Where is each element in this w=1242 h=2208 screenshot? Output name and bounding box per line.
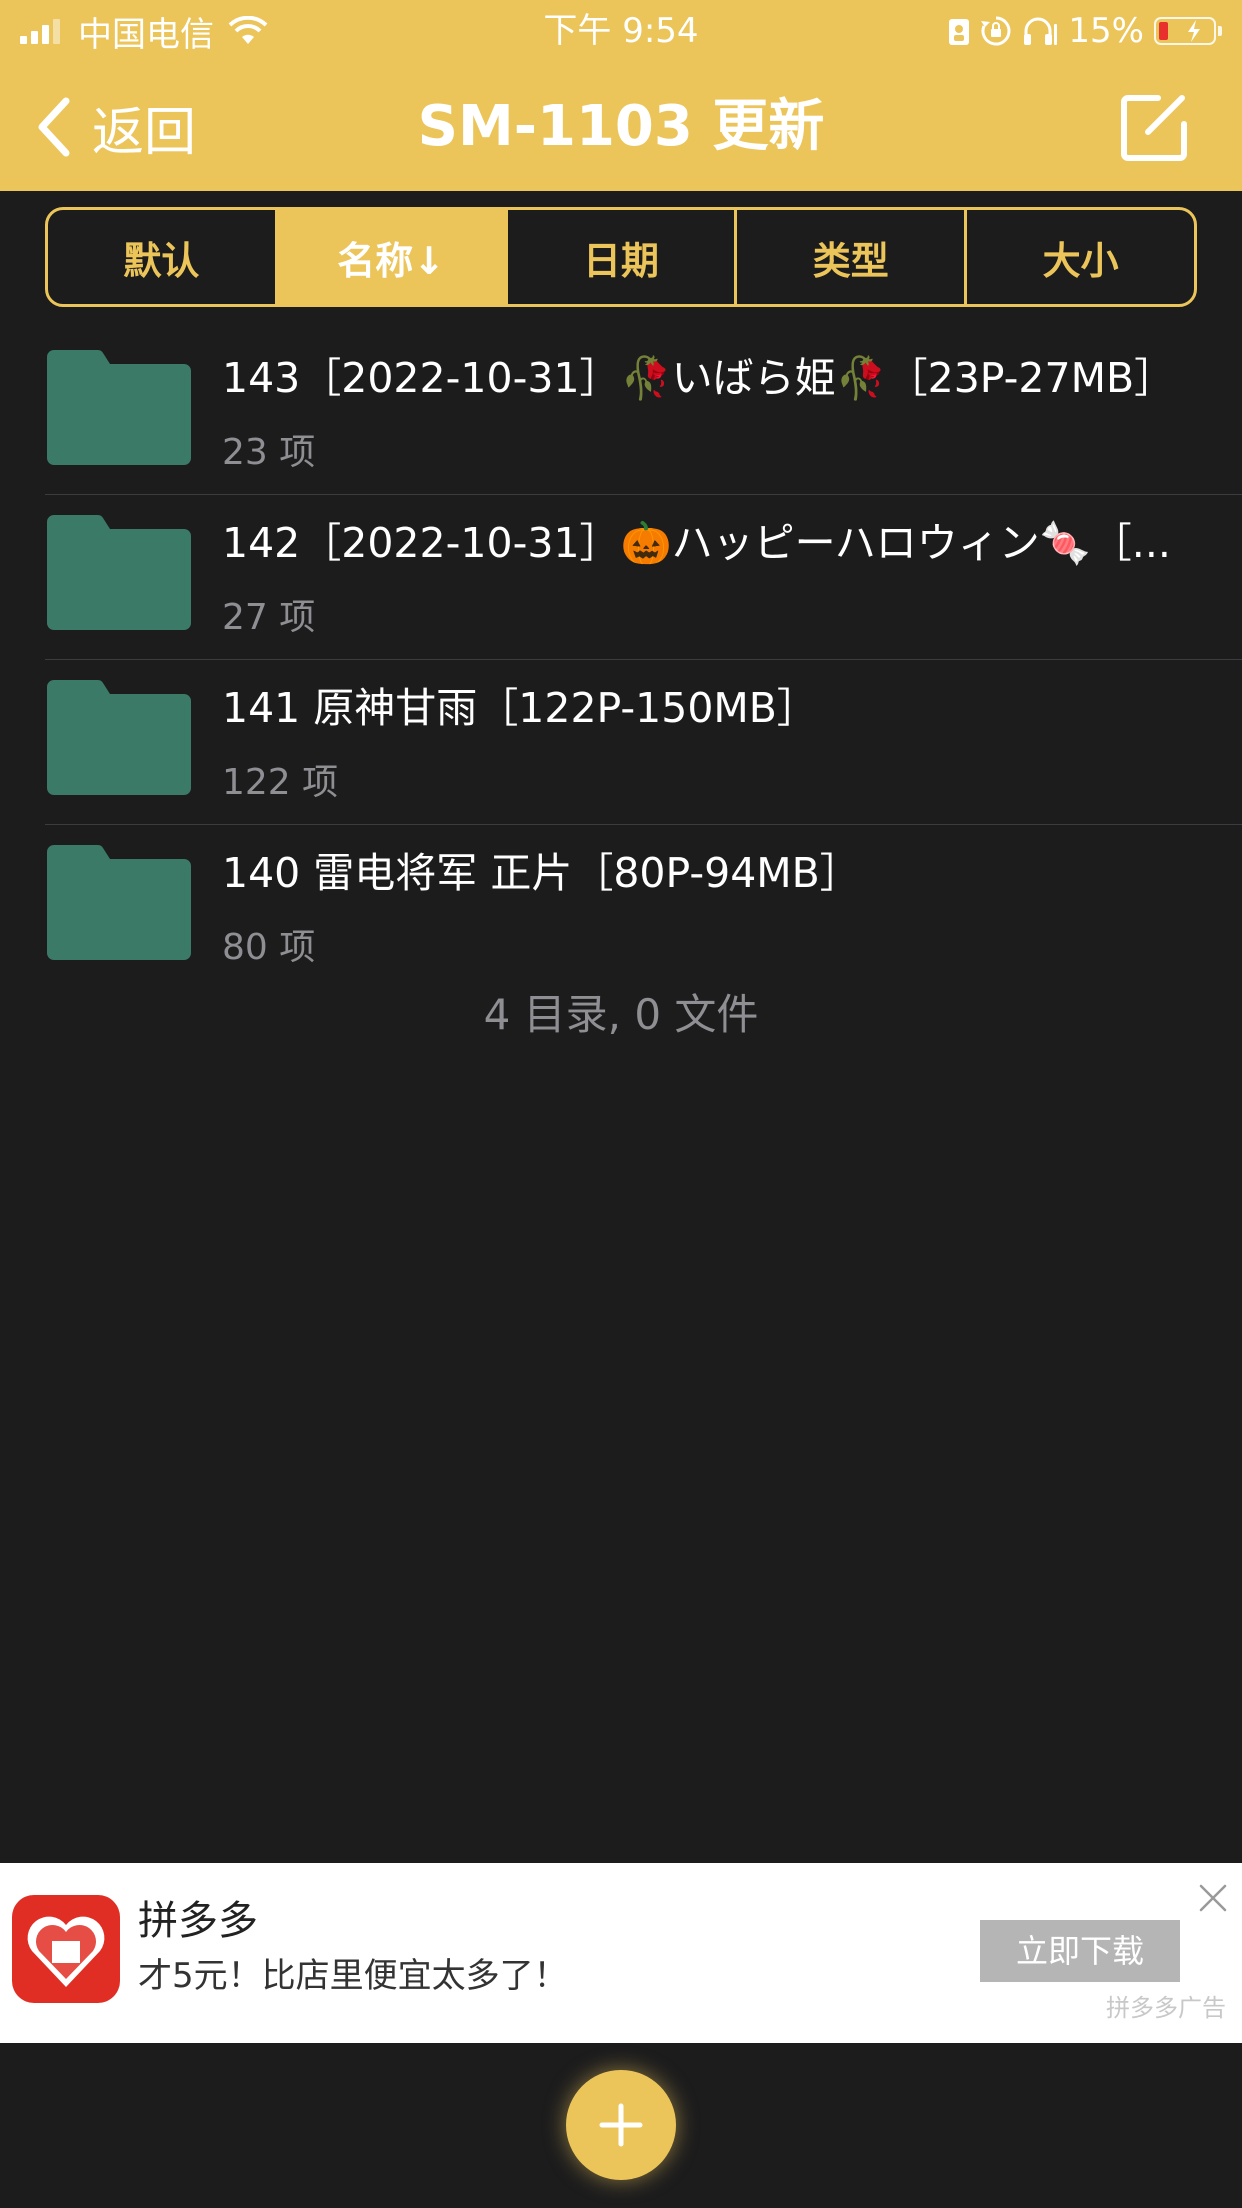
battery-icon bbox=[1154, 17, 1216, 45]
item-count: 27 项 bbox=[222, 597, 316, 638]
list-item[interactable]: 143［2022-10-31］🥀いばら姫🥀［23P-27MB］ 23 项 bbox=[0, 330, 1242, 495]
folder-icon bbox=[47, 845, 191, 960]
folder-icon bbox=[47, 350, 191, 465]
item-count: 80 项 bbox=[222, 927, 316, 968]
list-item[interactable]: 142［2022-10-31］🎃ハッピーハロウィン🍬［... 27 项 bbox=[0, 495, 1242, 660]
list-item[interactable]: 141 原神甘雨［122P-150MB］ 122 项 bbox=[0, 660, 1242, 825]
folder-name: 140 雷电将军 正片［80P-94MB］ bbox=[222, 849, 861, 897]
item-count: 23 项 bbox=[222, 432, 316, 473]
ad-description: 才5元！比店里便宜太多了！ bbox=[138, 1956, 568, 1996]
rotation-lock-icon bbox=[981, 16, 1011, 46]
item-count: 122 项 bbox=[222, 762, 339, 803]
sort-segmented-control: 默认 名称↓ 日期 类型 大小 bbox=[45, 207, 1197, 307]
folder-name: 143［2022-10-31］🥀いばら姫🥀［23P-27MB］ bbox=[222, 354, 1176, 402]
sort-tab-size[interactable]: 大小 bbox=[967, 210, 1194, 304]
ad-download-button[interactable]: 立即下载 bbox=[980, 1920, 1180, 1982]
edit-icon[interactable] bbox=[1118, 92, 1190, 164]
folder-name: 141 原神甘雨［122P-150MB］ bbox=[222, 684, 818, 732]
sort-tab-name[interactable]: 名称↓ bbox=[277, 210, 508, 304]
folder-list: 143［2022-10-31］🥀いばら姫🥀［23P-27MB］ 23 项 142… bbox=[0, 330, 1242, 990]
sort-tab-type[interactable]: 类型 bbox=[737, 210, 968, 304]
pinduoduo-logo-icon bbox=[27, 1916, 105, 1987]
ad-app-name: 拼多多 bbox=[138, 1898, 258, 1944]
battery-percent: 15% bbox=[1068, 11, 1144, 51]
charging-bolt-icon bbox=[1188, 20, 1200, 42]
plus-icon bbox=[599, 2103, 643, 2147]
page-title: SM-1103 更新 bbox=[417, 94, 825, 159]
add-button[interactable] bbox=[566, 2070, 676, 2180]
folder-icon bbox=[47, 680, 191, 795]
directory-summary: 4 目录, 0 文件 bbox=[483, 990, 759, 1039]
battery-cap bbox=[1218, 26, 1222, 36]
folder-name: 142［2022-10-31］🎃ハッピーハロウィン🍬［... bbox=[222, 519, 1171, 567]
sort-tab-date[interactable]: 日期 bbox=[508, 210, 738, 304]
battery-fill bbox=[1159, 22, 1168, 40]
folder-icon bbox=[47, 515, 191, 630]
status-right: 15% bbox=[938, 8, 1222, 54]
list-item[interactable]: 140 雷电将军 正片［80P-94MB］ 80 项 bbox=[0, 825, 1242, 990]
navigation-bar: 返回 SM-1103 更新 bbox=[0, 62, 1242, 191]
lock-icon bbox=[949, 19, 970, 45]
headphones-icon bbox=[1024, 17, 1058, 45]
ad-source-label: 拼多多广告 bbox=[1106, 1994, 1226, 2022]
close-icon[interactable] bbox=[1198, 1883, 1228, 1913]
ad-banner[interactable]: 拼多多 才5元！比店里便宜太多了！ 立即下载 拼多多广告 bbox=[0, 1863, 1242, 2043]
sort-tab-default[interactable]: 默认 bbox=[48, 210, 278, 304]
ad-app-logo bbox=[12, 1895, 120, 2003]
header: 中国电信 下午 9:54 15% 返回 SM-1103 更新 bbox=[0, 0, 1242, 191]
status-bar: 中国电信 下午 9:54 15% bbox=[0, 0, 1242, 62]
